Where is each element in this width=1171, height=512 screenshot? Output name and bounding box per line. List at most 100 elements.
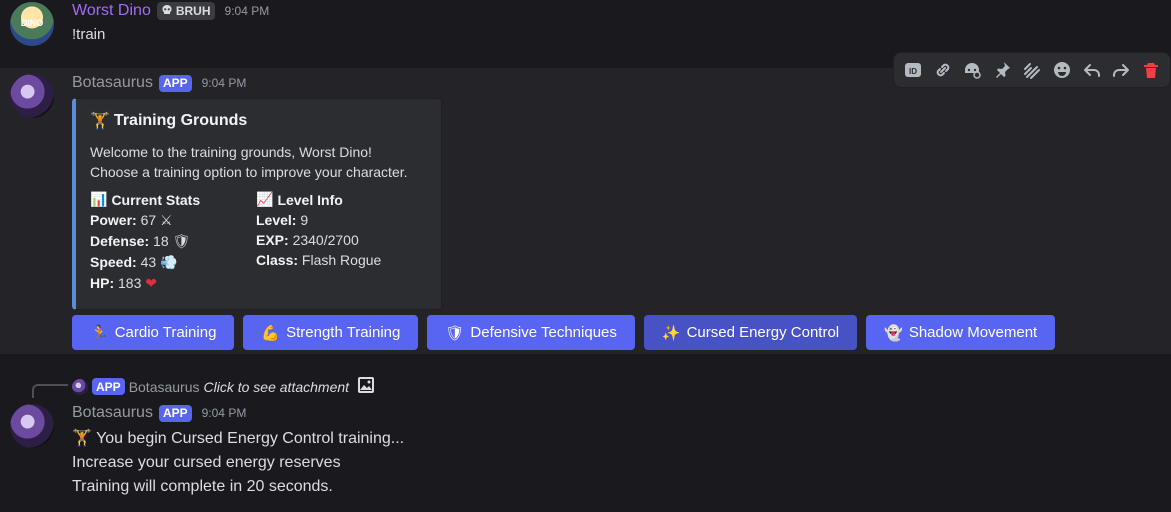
delete-icon[interactable] bbox=[1136, 54, 1166, 86]
message-body: 🏋 You begin Cursed Energy Control traini… bbox=[72, 426, 404, 499]
message-header: Worst Dino BRUH 9:04 PM bbox=[72, 2, 269, 20]
shield-emoji: 🛡 bbox=[445, 323, 465, 342]
field-name-text: Level Info bbox=[277, 192, 343, 208]
timestamp: 9:04 PM bbox=[201, 76, 247, 90]
message-header: Botasaurus APP 9:04 PM bbox=[72, 74, 246, 92]
stat-label: Defense: bbox=[90, 233, 150, 249]
level-value: 9 bbox=[300, 212, 309, 228]
forward-icon[interactable] bbox=[1106, 54, 1136, 86]
link-icon[interactable] bbox=[928, 54, 958, 86]
shield-emoji: 🛡 bbox=[172, 234, 191, 250]
reply-connector bbox=[32, 384, 68, 398]
skull-icon bbox=[161, 4, 173, 19]
app-badge: APP bbox=[92, 378, 125, 395]
embed-title: 🏋 Training Grounds bbox=[90, 111, 427, 130]
id-icon[interactable]: ID bbox=[898, 54, 928, 86]
server-tag-label: BRUH bbox=[175, 4, 211, 18]
stat-value: 43 bbox=[140, 254, 157, 270]
class-label: Class: bbox=[256, 252, 299, 268]
button-label: Strength Training bbox=[286, 324, 401, 341]
stat-label: HP: bbox=[90, 275, 115, 291]
message-bot-training-grounds: Botasaurus APP 9:04 PM 🏋 Training Ground… bbox=[0, 68, 1171, 354]
field-name: 📈 Level Info bbox=[256, 190, 422, 210]
button-label: Shadow Movement bbox=[908, 324, 1038, 341]
button-label: Cardio Training bbox=[114, 324, 217, 341]
weightlifter-emoji: 🏋 bbox=[72, 428, 92, 447]
stat-label: Speed: bbox=[90, 254, 137, 270]
defensive-techniques-button[interactable]: 🛡 Defensive Techniques bbox=[427, 315, 635, 350]
image-icon bbox=[357, 376, 375, 397]
dash-emoji: 💨 bbox=[160, 255, 178, 271]
runner-emoji: 🏃 bbox=[90, 323, 109, 342]
user-avatar[interactable]: DINO bbox=[10, 2, 54, 46]
reply-username: Botasaurus bbox=[128, 378, 200, 395]
field-level-info: 📈 Level Info Level: 9 EXP: 2340/2700 Cla… bbox=[256, 190, 422, 294]
chart-up-emoji: 📈 bbox=[256, 192, 274, 208]
ghost-emoji: 👻 bbox=[884, 323, 903, 342]
bot-avatar[interactable] bbox=[10, 74, 54, 118]
username[interactable]: Botasaurus bbox=[72, 404, 153, 422]
stat-defense: Defense: 18 🛡 bbox=[90, 231, 256, 252]
stat-hp: HP: 183 ❤ bbox=[90, 273, 256, 294]
reply-thread-icon[interactable] bbox=[958, 54, 988, 86]
strength-training-button[interactable]: 💪 Strength Training bbox=[243, 315, 419, 350]
class-line: Class: Flash Rogue bbox=[256, 250, 422, 270]
sparkles-emoji: ✨ bbox=[661, 323, 681, 342]
stat-speed: Speed: 43 💨 bbox=[90, 252, 256, 273]
heart-emoji: ❤ bbox=[145, 276, 157, 292]
field-name: 📊 Current Stats bbox=[90, 190, 256, 210]
message-actions-toolbar: ID bbox=[893, 52, 1171, 88]
message-bot-training-started: APP Botasaurus Click to see attachment B… bbox=[0, 364, 1171, 512]
username[interactable]: Botasaurus bbox=[72, 74, 153, 92]
weightlifter-emoji: 🏋 bbox=[90, 111, 110, 130]
message-header: Botasaurus APP 9:04 PM bbox=[72, 404, 246, 422]
button-label: Cursed Energy Control bbox=[686, 324, 840, 341]
shadow-movement-button[interactable]: 👻 Shadow Movement bbox=[866, 315, 1056, 350]
cardio-training-button[interactable]: 🏃 Cardio Training bbox=[72, 315, 235, 350]
timestamp: 9:04 PM bbox=[224, 4, 270, 18]
server-tag[interactable]: BRUH bbox=[156, 2, 215, 20]
timestamp: 9:04 PM bbox=[201, 406, 247, 420]
reply-reference[interactable]: APP Botasaurus Click to see attachment bbox=[72, 376, 375, 397]
reply-avatar bbox=[72, 378, 88, 395]
cursed-energy-control-button[interactable]: ✨ Cursed Energy Control bbox=[643, 315, 858, 350]
bot-avatar[interactable] bbox=[10, 404, 54, 448]
exp-label: EXP: bbox=[256, 232, 289, 248]
level-label: Level: bbox=[256, 212, 297, 228]
message-line-3: Training will complete in 20 seconds. bbox=[72, 478, 333, 495]
flexed-biceps-emoji: 💪 bbox=[261, 323, 281, 342]
stat-value: 67 bbox=[140, 212, 157, 228]
stat-label: Power: bbox=[90, 212, 137, 228]
embed-desc-line1: Welcome to the training grounds, Worst D… bbox=[90, 144, 372, 160]
add-reaction-icon[interactable] bbox=[1047, 54, 1077, 86]
pin-icon[interactable] bbox=[987, 54, 1017, 86]
bar-chart-emoji: 📊 bbox=[90, 192, 108, 208]
swords-emoji: ⚔ bbox=[160, 213, 173, 229]
reply-icon[interactable] bbox=[1077, 54, 1107, 86]
button-label: Defensive Techniques bbox=[470, 324, 617, 341]
stat-power: Power: 67 ⚔ bbox=[90, 210, 256, 231]
embed-card: 🏋 Training Grounds Welcome to the traini… bbox=[72, 98, 442, 310]
message-text: !train bbox=[72, 26, 106, 43]
exp-line: EXP: 2340/2700 bbox=[256, 230, 422, 250]
field-name-text: Current Stats bbox=[111, 192, 201, 208]
stat-value: 18 bbox=[153, 233, 169, 249]
embed-desc-line2: Choose a training option to improve your… bbox=[90, 164, 408, 180]
class-value: Flash Rogue bbox=[301, 252, 382, 268]
app-badge: APP bbox=[158, 404, 192, 422]
svg-text:ID: ID bbox=[909, 67, 917, 76]
embed-description: Welcome to the training grounds, Worst D… bbox=[90, 142, 427, 182]
stat-value: 183 bbox=[118, 275, 142, 291]
embed-title-text: Training Grounds bbox=[113, 111, 248, 129]
app-badge: APP bbox=[158, 74, 192, 92]
message-line-2: Increase your cursed energy reserves bbox=[72, 454, 341, 471]
message-line-1: 🏋 You begin Cursed Energy Control traini… bbox=[72, 426, 404, 451]
button-row: 🏃 Cardio Training 💪 Strength Training 🛡 Def… bbox=[72, 315, 1056, 350]
embed-fields: 📊 Current Stats Power: 67 ⚔ Defense: 18 … bbox=[90, 190, 427, 294]
line-text: You begin Cursed Energy Control training… bbox=[96, 430, 405, 447]
username[interactable]: Worst Dino bbox=[72, 2, 151, 20]
reply-text: Click to see attachment bbox=[203, 378, 350, 395]
create-thread-icon[interactable] bbox=[1017, 54, 1047, 86]
exp-value: 2340/2700 bbox=[292, 232, 359, 248]
level-line: Level: 9 bbox=[256, 210, 422, 230]
